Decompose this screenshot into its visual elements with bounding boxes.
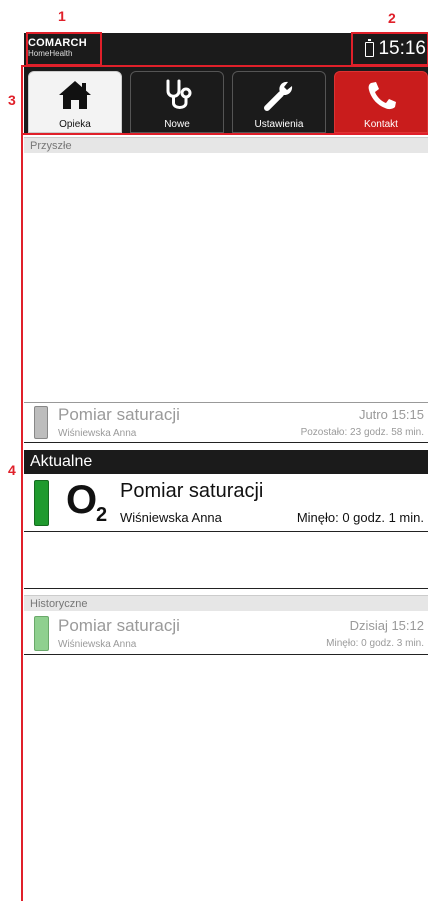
future-item-patient: Wiśniewska Anna	[58, 428, 137, 439]
callout-1: 1	[58, 8, 66, 24]
oxygen-icon-letter: O	[66, 478, 98, 522]
section-future-heading: Przyszłe	[24, 137, 428, 153]
current-item[interactable]: O 2 Pomiar saturacji Wiśniewska Anna Min…	[24, 474, 428, 532]
future-item-time: Jutro 15:15	[358, 407, 424, 422]
callout-box-3	[21, 65, 428, 135]
callout-box-1	[26, 32, 102, 66]
status-indicator-gray	[34, 406, 48, 439]
callout-4: 4	[8, 462, 16, 478]
future-item-remaining: Pozostało: 23 godz. 58 min.	[300, 427, 424, 438]
future-item-title: Pomiar saturacji	[58, 405, 180, 424]
history-item-title: Pomiar saturacji	[58, 616, 180, 635]
history-item-patient: Wiśniewska Anna	[58, 639, 137, 650]
current-item-patient: Wiśniewska Anna	[120, 510, 222, 525]
app-screen: 1 2 3 4 COMARCH HomeHealth 15:16 Opieka	[0, 0, 428, 901]
current-item-title: Pomiar saturacji	[120, 480, 264, 502]
history-item[interactable]: Pomiar saturacji Wiśniewska Anna Dzisiaj…	[24, 612, 428, 655]
status-indicator-green	[34, 480, 49, 526]
current-item-elapsed: Minęło: 0 godz. 1 min.	[296, 510, 424, 525]
future-item[interactable]: Pomiar saturacji Wiśniewska Anna Jutro 1…	[24, 402, 428, 443]
callout-2: 2	[388, 10, 396, 26]
section-current-heading: Aktualne	[24, 450, 428, 474]
current-spacer	[24, 532, 428, 589]
history-item-elapsed: Minęło: 0 godz. 3 min.	[326, 638, 424, 649]
oxygen-icon-subscript: 2	[96, 504, 108, 526]
status-indicator-light-green	[34, 616, 49, 651]
section-history-heading: Historyczne	[24, 595, 428, 611]
oxygen-icon: O 2	[66, 478, 116, 528]
callout-line-4	[21, 135, 23, 901]
callout-box-2	[351, 32, 428, 66]
callout-3: 3	[8, 92, 16, 108]
history-item-time: Dzisiaj 15:12	[349, 618, 424, 633]
